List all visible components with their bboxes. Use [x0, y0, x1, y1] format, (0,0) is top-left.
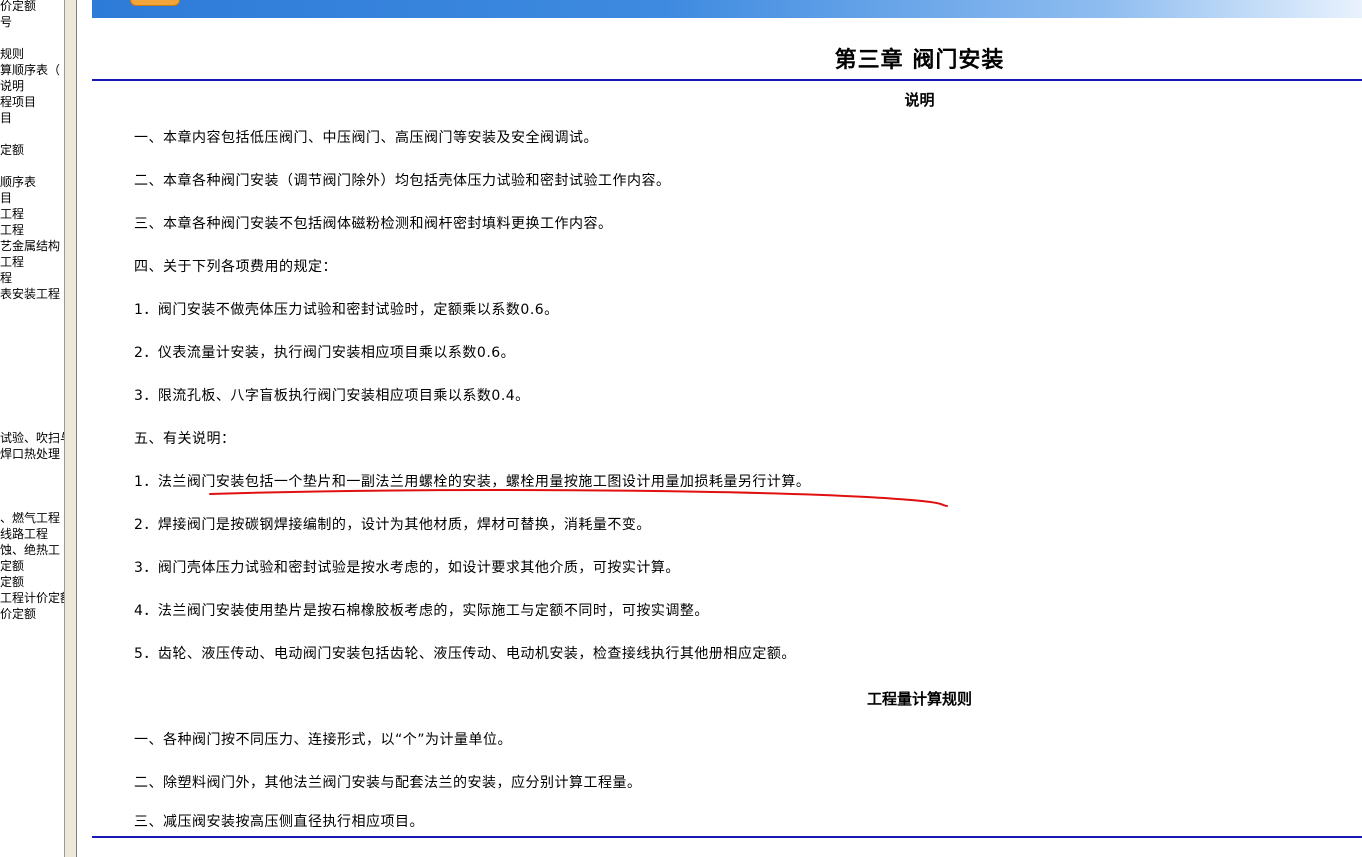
- tree-item[interactable]: 蚀、绝热工: [0, 543, 60, 557]
- tree-item[interactable]: 目: [0, 111, 12, 125]
- tree-item[interactable]: 定额: [0, 575, 24, 589]
- tree-item[interactable]: 价定额: [0, 0, 36, 13]
- red-underline-annotation: [209, 488, 948, 507]
- tree-item[interactable]: 工程计价定额: [0, 591, 64, 605]
- tree-item[interactable]: 算顺序表（: [0, 63, 60, 77]
- tree-item[interactable]: 顺序表: [0, 175, 36, 189]
- tree-item[interactable]: 工程: [0, 223, 24, 237]
- tree-item[interactable]: 试验、吹扫与: [0, 431, 64, 445]
- tree-item[interactable]: 号: [0, 15, 12, 29]
- tree-item[interactable]: 价定额: [0, 607, 36, 621]
- tree-item[interactable]: 表安装工程: [0, 287, 60, 301]
- tree-item[interactable]: 工程: [0, 255, 24, 269]
- tree-item[interactable]: 目: [0, 191, 12, 205]
- pane-splitter[interactable]: [65, 0, 76, 857]
- tree-item[interactable]: 、燃气工程: [0, 511, 60, 525]
- tree-item[interactable]: 规则: [0, 47, 24, 61]
- tree-item[interactable]: 定额: [0, 143, 24, 157]
- tree-item[interactable]: 线路工程: [0, 527, 48, 541]
- navigation-tree[interactable]: 价定额号规则 算顺序表（ 说明 程项目目定额 顺序表目工程 工程 艺金属结构 工程程表安装工程…: [0, 0, 64, 857]
- tree-item[interactable]: 程项目: [0, 95, 36, 109]
- tree-item[interactable]: 程: [0, 271, 12, 285]
- tree-item[interactable]: 艺金属结构: [0, 239, 60, 253]
- tree-item[interactable]: 定额: [0, 559, 24, 573]
- document-pane: 第三章 阀门安装 说明 一、本章内容包括低压阀门、中压阀门、高压阀门等安装及安全…: [77, 0, 1362, 857]
- tree-item[interactable]: 焊口热处理: [0, 447, 60, 461]
- tree-item[interactable]: 工程: [0, 207, 24, 221]
- tree-item[interactable]: 说明: [0, 79, 24, 93]
- underline-stroke: [209, 488, 948, 507]
